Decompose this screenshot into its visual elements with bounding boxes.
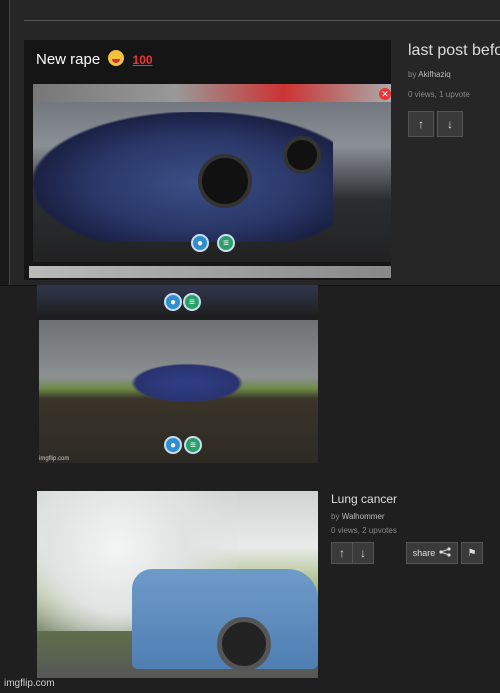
post-title[interactable]: New rape 100 xyxy=(36,50,153,68)
car-wheel xyxy=(217,617,271,671)
share-overlay-icon[interactable]: ● xyxy=(164,293,182,311)
share-label: share xyxy=(412,548,436,558)
post-stats: 0 views, 2 upvotes xyxy=(331,526,397,535)
car-wheel xyxy=(198,154,252,208)
post-title[interactable]: Lung cancer xyxy=(331,492,397,506)
upvote-button[interactable]: ↑ xyxy=(331,542,353,564)
settings-overlay-icon[interactable]: ≡ xyxy=(184,436,202,454)
close-icon[interactable]: ✕ xyxy=(379,88,391,100)
share-overlay-icon[interactable]: ● xyxy=(164,436,182,454)
down-arrow-icon: ↓ xyxy=(447,117,453,131)
by-label: by xyxy=(331,512,340,521)
post-image[interactable]: ● ≡ xyxy=(39,320,318,463)
top-divider xyxy=(24,20,500,21)
up-arrow-icon: ↑ xyxy=(418,117,424,131)
settings-overlay-icon[interactable]: ≡ xyxy=(217,234,235,252)
share-overlay-icon[interactable]: ● xyxy=(191,234,209,252)
up-arrow-icon: ↑ xyxy=(339,546,345,560)
flag-button[interactable]: ⚑ xyxy=(461,542,483,564)
author-link[interactable]: Akifhaziq xyxy=(418,70,450,79)
post-author-line: by Walhommer xyxy=(331,512,385,521)
settings-overlay-icon[interactable]: ≡ xyxy=(183,293,201,311)
side-post-stats: 0 views, 1 upvote xyxy=(408,90,470,99)
downvote-button[interactable]: ↓ xyxy=(437,111,463,137)
downvote-button[interactable]: ↓ xyxy=(352,542,374,564)
car-image xyxy=(121,360,253,402)
by-label: by xyxy=(408,70,417,79)
image-strip xyxy=(29,266,391,278)
car-image xyxy=(33,112,333,242)
tongue-face-emoji-icon xyxy=(108,50,125,66)
side-post-author-line: by Akifhaziq xyxy=(408,70,451,79)
share-icon xyxy=(439,547,451,559)
down-arrow-icon: ↓ xyxy=(360,546,366,560)
left-strip xyxy=(0,0,10,285)
upvote-button[interactable]: ↑ xyxy=(408,111,434,137)
previous-image-slice: ● ≡ xyxy=(37,285,318,317)
imgflip-watermark: imgflip.com xyxy=(4,678,55,689)
hundred-points-emoji-icon: 100 xyxy=(132,53,153,67)
side-post-title[interactable]: last post befo xyxy=(408,42,500,60)
flag-icon: ⚑ xyxy=(467,547,477,559)
post-image[interactable]: ✕ ● ≡ xyxy=(33,84,391,262)
author-link[interactable]: Walhommer xyxy=(342,512,385,521)
image-watermark: imgflip.com xyxy=(39,456,70,462)
share-button[interactable]: share xyxy=(406,542,458,564)
post-title-text: New rape xyxy=(36,51,101,68)
garage-roof xyxy=(33,84,391,102)
car-wheel xyxy=(283,136,321,174)
post-image[interactable] xyxy=(37,491,318,678)
